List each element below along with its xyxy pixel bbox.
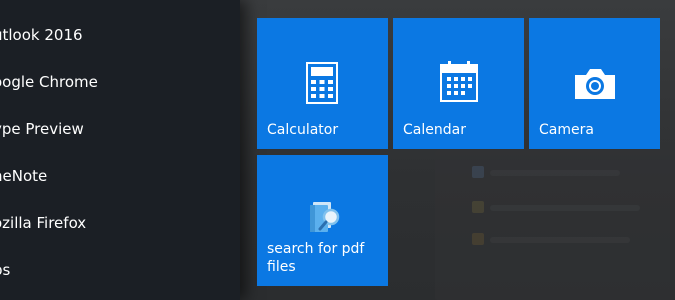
search-document-icon: [310, 202, 340, 232]
tile-search-pdf-files[interactable]: search for pdf files: [257, 155, 388, 286]
blurred-panel: [435, 150, 675, 300]
calculator-icon: [306, 62, 338, 104]
tile-label: Camera: [539, 122, 594, 138]
app-item-google-chrome[interactable]: oogle Chrome: [0, 59, 240, 105]
app-item-label: ozilla Firefox: [0, 214, 87, 232]
app-item-label: utlook 2016: [0, 26, 83, 44]
app-item-onenote[interactable]: neNote: [0, 153, 240, 199]
tile-label-line-2: files: [267, 259, 296, 275]
tile-label: Calculator: [267, 122, 339, 138]
camera-icon: [575, 69, 615, 99]
app-item-label: oogle Chrome: [0, 73, 98, 91]
tile-camera[interactable]: Camera: [529, 18, 660, 149]
app-item-label: ps: [0, 261, 11, 279]
app-item-label: neNote: [0, 167, 48, 185]
tile-label: search for pdf files: [267, 240, 364, 276]
tile-calendar[interactable]: Calendar: [393, 18, 524, 149]
calendar-icon: [440, 61, 478, 102]
app-item-skype-preview[interactable]: ype Preview: [0, 106, 240, 152]
app-item-outlook[interactable]: utlook 2016: [0, 12, 240, 58]
app-item-label: ype Preview: [0, 120, 84, 138]
app-item-apps[interactable]: ps: [0, 247, 240, 293]
tile-label: Calendar: [403, 122, 466, 138]
tile-calculator[interactable]: Calculator: [257, 18, 388, 149]
tile-label-line-1: search for pdf: [267, 241, 365, 257]
app-list: utlook 2016 oogle Chrome ype Preview neN…: [0, 0, 240, 300]
app-item-mozilla-firefox[interactable]: ozilla Firefox: [0, 200, 240, 246]
